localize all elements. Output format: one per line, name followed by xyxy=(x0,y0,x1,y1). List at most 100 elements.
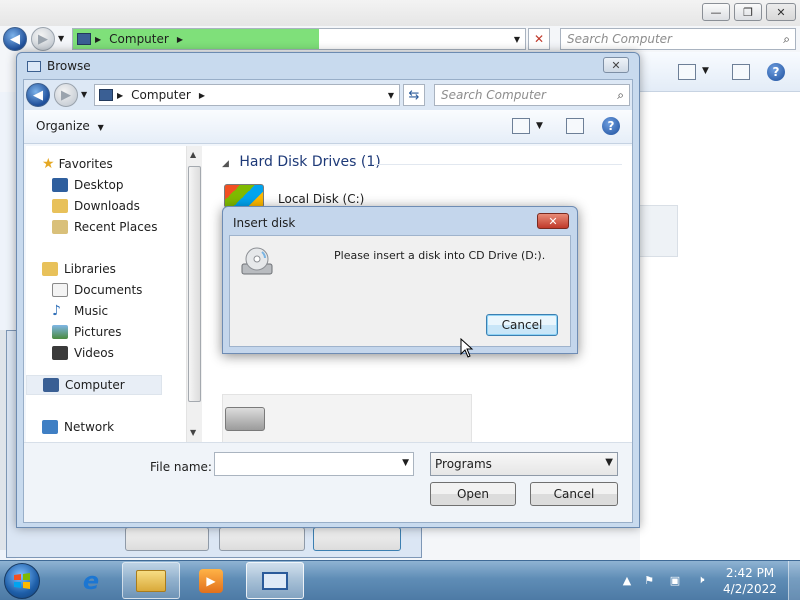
group-hard-disk-drives[interactable]: ◢ Hard Disk Drives (1) xyxy=(222,154,381,170)
cancel-button[interactable]: Cancel xyxy=(530,482,618,506)
file-name-input[interactable]: ▼ xyxy=(214,452,414,476)
cancel-label: Cancel xyxy=(553,487,595,501)
help-icon[interactable]: ? xyxy=(767,63,785,81)
browse-window-icon xyxy=(27,60,41,72)
organize-menu[interactable]: Organize ▼ xyxy=(36,119,104,133)
view-dropdown-icon[interactable]: ▼ xyxy=(702,66,709,76)
background-dialog-button[interactable] xyxy=(313,527,401,551)
search-placeholder: Search Computer xyxy=(567,32,672,46)
open-label: Open xyxy=(456,487,490,501)
back-arrow-icon: ◀ xyxy=(33,87,43,103)
nav-pictures[interactable]: Pictures xyxy=(52,322,122,342)
insert-disk-cancel-button[interactable]: Cancel xyxy=(486,314,558,336)
start-button[interactable] xyxy=(4,563,40,599)
preview-pane-icon[interactable] xyxy=(566,118,584,134)
window-icon xyxy=(262,571,288,590)
nav-label: Videos xyxy=(74,346,114,360)
taskbar: e ▶ ▲ ⚑ ▣ 🕨 2:42 PM 4/2/2022 xyxy=(0,560,800,600)
file-type-value: Programs xyxy=(435,457,492,471)
background-address-bar[interactable]: ▶ Computer ▶ ▼ xyxy=(72,28,526,50)
browse-close-button[interactable]: ✕ xyxy=(603,57,629,73)
cd-drive-tile[interactable] xyxy=(222,394,472,444)
media-player-icon: ▶ xyxy=(199,568,223,593)
mouse-cursor-icon xyxy=(460,338,474,358)
scroll-down-icon[interactable]: ▼ xyxy=(190,428,196,437)
stop-button[interactable]: ✕ xyxy=(528,28,550,50)
drive-label: Local Disk (C:) xyxy=(278,192,365,206)
close-icon: ✕ xyxy=(776,5,786,19)
nav-music[interactable]: ♪ Music xyxy=(52,301,108,321)
view-options-icon[interactable] xyxy=(678,64,696,80)
background-drive-tile[interactable] xyxy=(640,205,678,257)
navigation-pane: ★ Favorites Desktop Downloads Recent Pla… xyxy=(26,146,186,442)
scrollbar-thumb[interactable] xyxy=(188,166,201,402)
desktop-icon xyxy=(52,178,68,192)
nav-desktop[interactable]: Desktop xyxy=(52,175,124,195)
close-button[interactable]: ✕ xyxy=(766,3,796,21)
network-status-icon[interactable]: ▣ xyxy=(668,573,682,587)
browse-back-button[interactable]: ◀ xyxy=(26,83,50,107)
taskbar-internet-explorer[interactable]: e xyxy=(62,562,120,599)
windows-logo-icon xyxy=(14,573,30,589)
collapse-icon: ◢ xyxy=(222,159,229,169)
nav-videos[interactable]: Videos xyxy=(52,343,114,363)
nav-favorites[interactable]: ★ Favorites xyxy=(42,154,113,174)
minimize-button[interactable]: — xyxy=(702,3,730,21)
refresh-button[interactable]: ⇆ xyxy=(403,84,425,106)
taskbar-browse-window[interactable] xyxy=(246,562,304,599)
nav-label: Computer xyxy=(65,378,125,392)
show-hidden-icons-icon[interactable]: ▲ xyxy=(620,573,634,587)
browse-address-bar[interactable]: ▶ Computer ▶ ▼ xyxy=(94,84,400,106)
file-name-dropdown-icon[interactable]: ▼ xyxy=(402,458,409,468)
nav-computer[interactable]: Computer xyxy=(26,375,162,395)
file-type-select[interactable]: Programs ▼ xyxy=(430,452,618,476)
view-dropdown-icon[interactable]: ▼ xyxy=(536,121,543,131)
maximize-button[interactable]: ❐ xyxy=(734,3,762,21)
action-center-flag-icon[interactable]: ⚑ xyxy=(642,573,656,587)
nav-recent-places[interactable]: Recent Places xyxy=(52,217,157,237)
background-dialog-button[interactable] xyxy=(219,527,305,551)
taskbar-windows-explorer[interactable] xyxy=(122,562,180,599)
system-clock[interactable]: 2:42 PM 4/2/2022 xyxy=(720,565,780,597)
insert-disk-close-button[interactable]: ✕ xyxy=(537,213,569,229)
back-arrow-icon: ◀ xyxy=(10,31,20,47)
background-dialog-button[interactable] xyxy=(125,527,209,551)
forward-button[interactable]: ▶ xyxy=(31,27,55,51)
preview-pane-icon[interactable] xyxy=(732,64,750,80)
recent-pages-chevron-icon[interactable]: ▼ xyxy=(58,34,64,43)
computer-icon xyxy=(77,33,91,45)
address-dropdown-icon[interactable]: ▼ xyxy=(388,91,394,100)
help-icon[interactable]: ? xyxy=(602,117,620,135)
close-icon: ✕ xyxy=(548,214,558,228)
insert-disk-message: Please insert a disk into CD Drive (D:). xyxy=(334,249,546,262)
browse-bottom-bar: File name: ▼ Programs ▼ Open Cancel xyxy=(24,442,632,522)
view-options-icon[interactable] xyxy=(512,118,530,134)
insert-disk-body: Please insert a disk into CD Drive (D:).… xyxy=(229,235,571,347)
restore-icon: ❐ xyxy=(743,5,753,19)
address-dropdown-icon[interactable]: ▼ xyxy=(514,35,520,44)
nav-label: Pictures xyxy=(74,325,122,339)
background-toolbar: ▼ ? xyxy=(640,52,800,92)
navigation-scrollbar[interactable]: ▲ ▼ xyxy=(186,146,202,442)
browse-toolbar: Organize ▼ ▼ ? xyxy=(24,110,632,144)
breadcrumb-arrow-icon: ▶ xyxy=(198,90,205,100)
chevron-down-icon: ▼ xyxy=(605,457,613,468)
taskbar-media-player[interactable]: ▶ xyxy=(182,562,240,599)
volume-muted-icon[interactable]: 🕨 xyxy=(694,573,708,587)
clock-time: 2:42 PM xyxy=(725,566,775,580)
cd-drive-icon xyxy=(241,247,273,275)
back-button[interactable]: ◀ xyxy=(3,27,27,51)
open-button[interactable]: Open xyxy=(430,482,516,506)
background-search-input[interactable]: Search Computer ⌕ xyxy=(560,28,796,50)
nav-network[interactable]: Network xyxy=(42,417,114,437)
breadcrumb-arrow-icon: ▶ xyxy=(176,34,183,44)
nav-downloads[interactable]: Downloads xyxy=(52,196,140,216)
scroll-up-icon[interactable]: ▲ xyxy=(190,150,196,159)
nav-documents[interactable]: Documents xyxy=(52,280,142,300)
nav-libraries[interactable]: Libraries xyxy=(42,259,116,279)
stop-x-icon: ✕ xyxy=(533,32,545,46)
recent-pages-chevron-icon[interactable]: ▼ xyxy=(81,90,87,99)
browse-forward-button[interactable]: ▶ xyxy=(54,83,78,107)
show-desktop-button[interactable] xyxy=(788,561,800,600)
browse-search-input[interactable]: Search Computer ⌕ xyxy=(434,84,630,106)
